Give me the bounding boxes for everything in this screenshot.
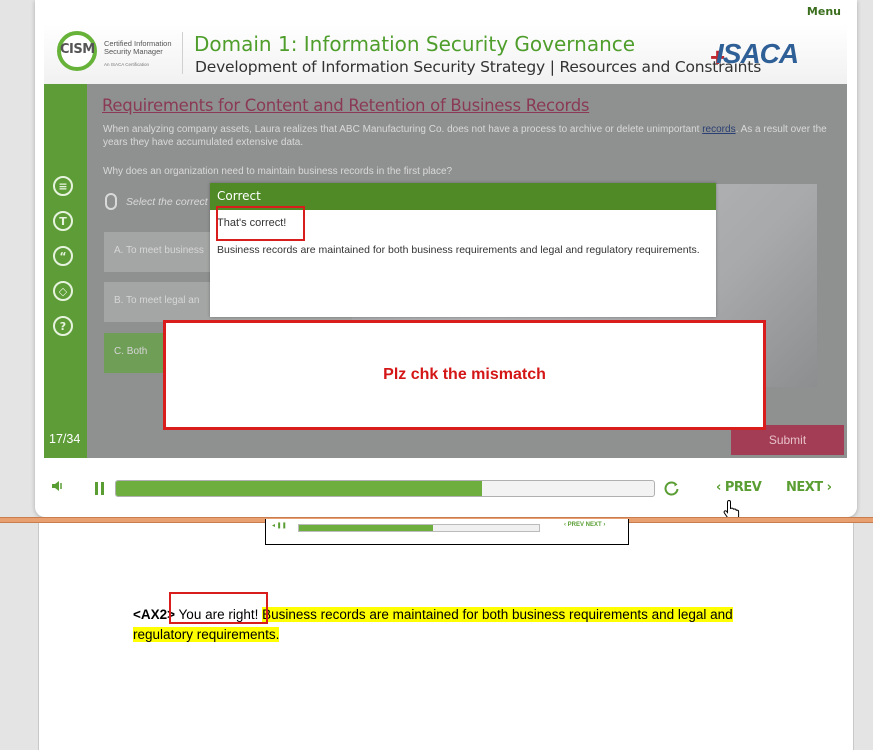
domain-title: Domain 1: Information Security Governanc… (194, 32, 636, 56)
intro-text: When analyzing company assets, Laura rea… (103, 124, 703, 135)
document-page: ◂ ❚❚ ‹ PREV NEXT › <AX2> You are right! … (38, 519, 854, 750)
course-header: CISM Certified Information Security Mana… (44, 24, 847, 85)
player-thumbnail: ◂ ❚❚ ‹ PREV NEXT › (265, 519, 629, 545)
progress-fill (116, 481, 482, 496)
highlight-box-document (169, 592, 268, 624)
domain-subtitle: Development of Information Security Stra… (195, 58, 762, 76)
highlight-box-feedback (216, 206, 305, 241)
slide-question: Why does an organization need to maintai… (103, 166, 453, 177)
thumbnail-controls: ◂ ❚❚ (272, 523, 287, 529)
prev-label: PREV (724, 480, 762, 495)
player-controls: ‹ PREV NEXT › (35, 465, 857, 517)
header-divider (182, 32, 183, 74)
select-instruction: Select the correct (126, 196, 208, 208)
slide-intro: When analyzing company assets, Laura rea… (103, 123, 843, 149)
slide-counter: 17/34 (49, 432, 81, 446)
progress-bar[interactable] (115, 480, 655, 497)
notes-icon[interactable]: ≡ (53, 176, 73, 196)
records-link[interactable]: records (702, 124, 735, 135)
left-rail: ≡ T “ ◇ ? 17/34 (44, 84, 87, 458)
menu-link[interactable]: Menu (807, 5, 841, 18)
isaca-logo: ISACA (716, 38, 799, 69)
feedback-explanation: Business records are maintained for both… (217, 244, 700, 256)
cert-line-2: Security Manager (104, 47, 163, 56)
thumbnail-nav: ‹ PREV NEXT › (564, 522, 606, 528)
review-callout: Plz chk the mismatch (163, 320, 766, 430)
prev-button[interactable]: ‹ PREV (716, 480, 762, 495)
replay-icon[interactable] (664, 480, 680, 496)
cert-tagline: An ISACA Certification (104, 62, 150, 67)
cism-logo-text: CISM (60, 42, 95, 57)
quote-icon[interactable]: “ (53, 246, 73, 266)
layers-icon[interactable]: ◇ (53, 281, 73, 301)
thumbnail-progress (298, 524, 540, 532)
hand-cursor-icon (723, 499, 741, 517)
course-player: Menu CISM Certified Information Security… (35, 0, 857, 517)
pause-icon[interactable] (95, 482, 106, 495)
slide-title: Requirements for Content and Retention o… (102, 96, 590, 115)
mouse-icon (105, 193, 117, 210)
thumbnail-progress-fill (299, 525, 434, 531)
certification-name: Certified Information Security Manager (104, 40, 176, 56)
next-label: NEXT (786, 480, 823, 495)
volume-icon[interactable] (51, 479, 65, 495)
transcript-icon[interactable]: T (53, 211, 73, 231)
feedback-popup: Correct That's correct! Business records… (210, 183, 716, 317)
help-icon[interactable]: ? (53, 316, 73, 336)
callout-text: Plz chk the mismatch (383, 366, 546, 383)
next-button[interactable]: NEXT › (786, 480, 832, 495)
